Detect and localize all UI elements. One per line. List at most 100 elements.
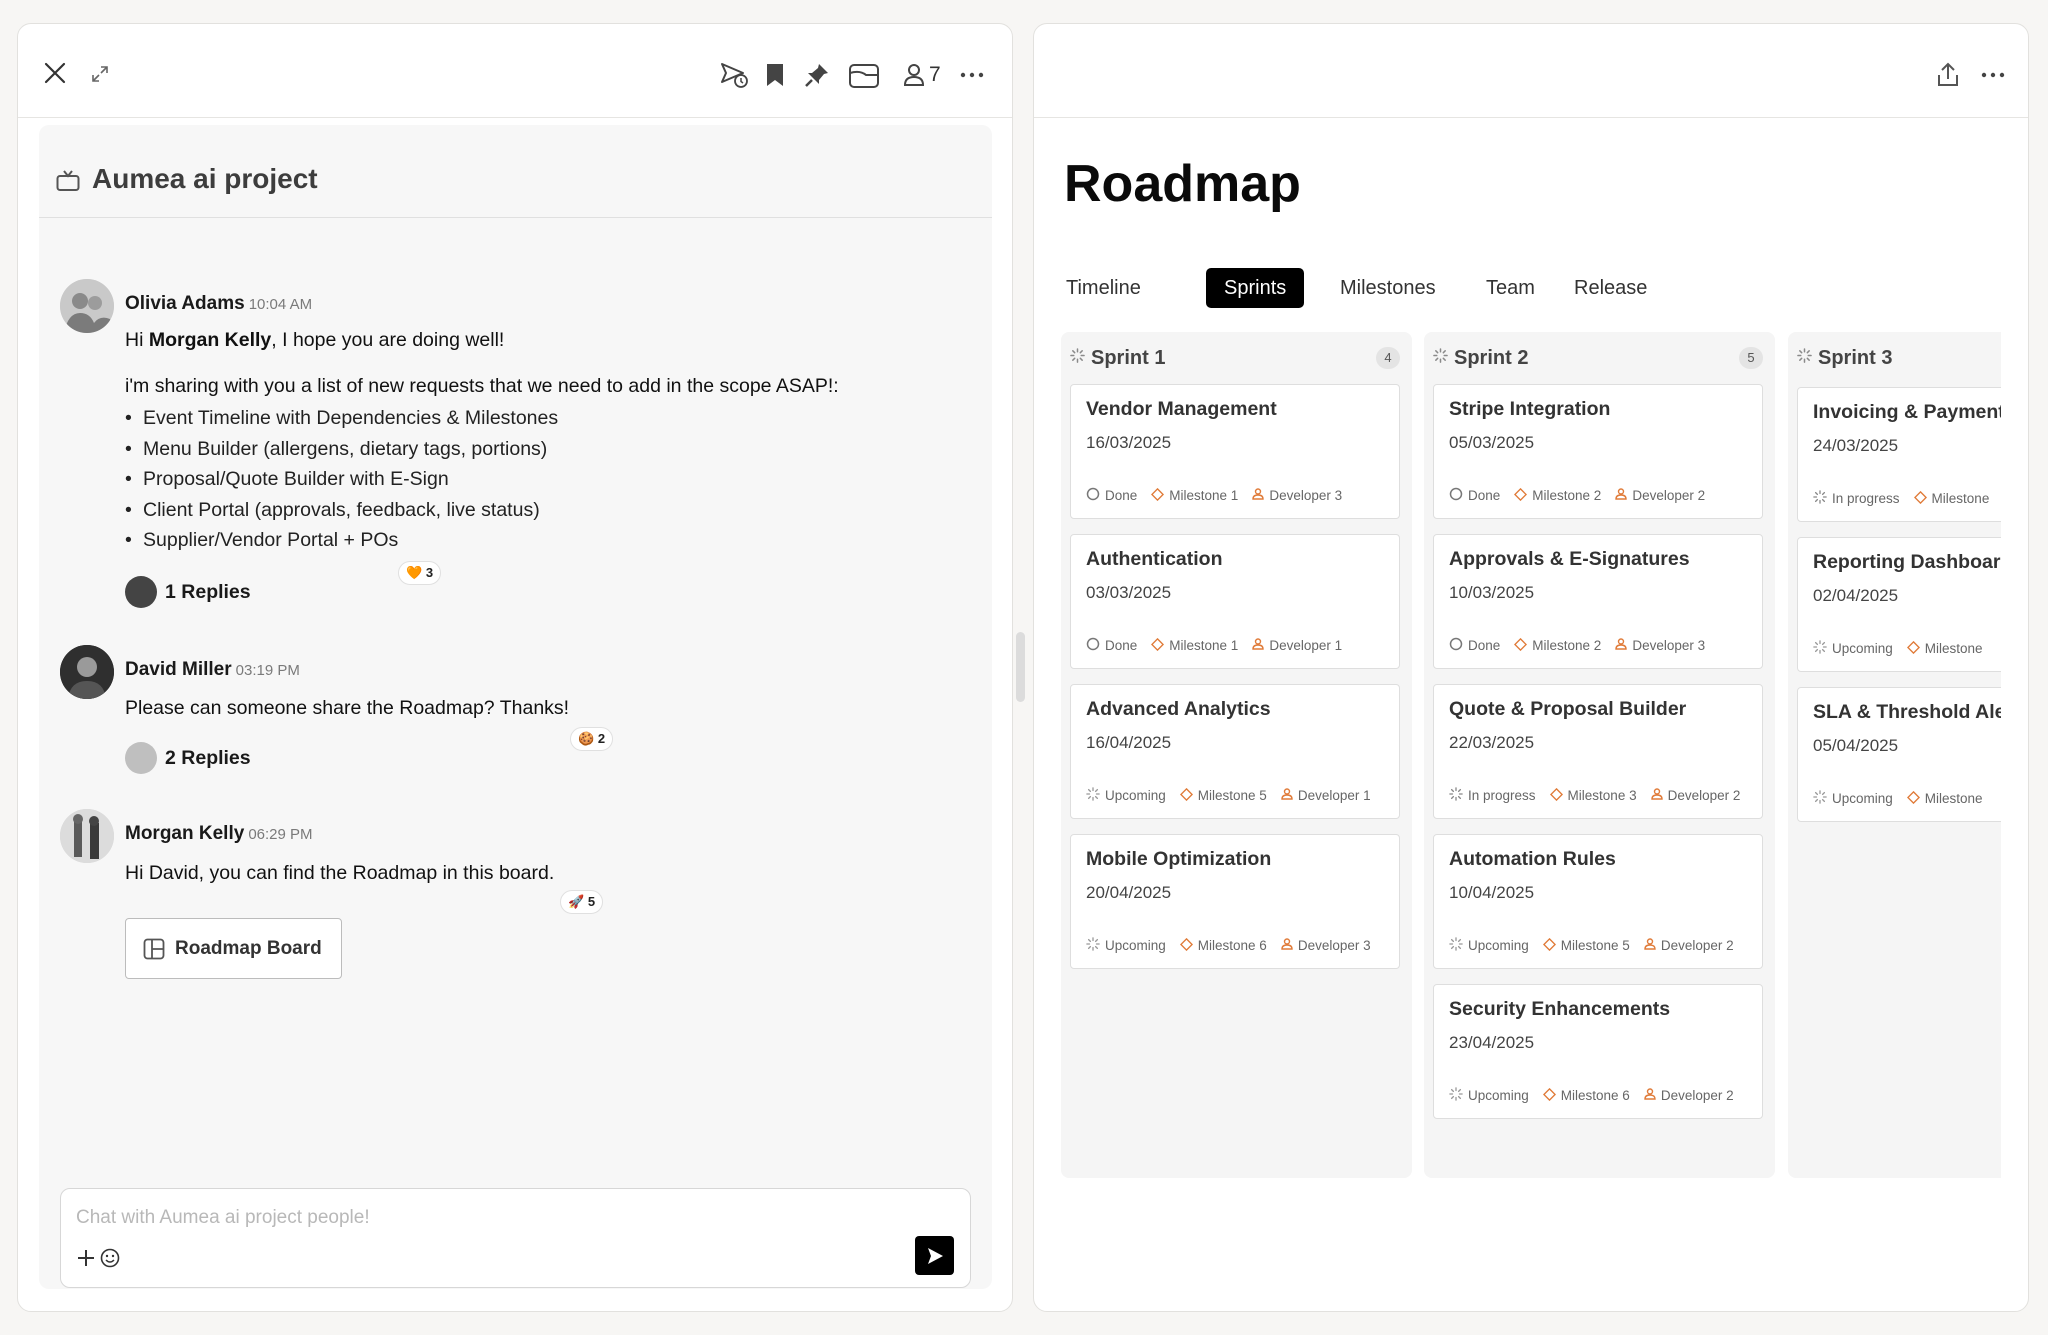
send-button[interactable] <box>915 1236 954 1275</box>
task-developer: Developer 1 <box>1252 638 1342 653</box>
list-item: Client Portal (approvals, feedback, live… <box>125 495 558 526</box>
message-composer[interactable]: Chat with Aumea ai project people! <box>60 1188 971 1288</box>
pin-icon[interactable] <box>802 60 832 90</box>
status-icon <box>1449 937 1468 954</box>
task-card[interactable]: Automation Rules 10/04/2025 Upcoming Milest… <box>1433 834 1763 969</box>
chat-header: Aumea ai project <box>39 125 992 218</box>
members-icon[interactable] <box>902 60 926 90</box>
author-name[interactable]: Olivia Adams <box>125 293 245 314</box>
sprint-header[interactable]: Sprint 2 <box>1433 346 1528 370</box>
task-card[interactable]: Reporting Dashboard 02/04/2025 Upcoming Mil… <box>1797 537 2001 672</box>
avatar[interactable] <box>60 809 114 863</box>
bookmark-icon[interactable] <box>763 60 787 90</box>
message-meta: David Miller 03:19 PM <box>125 659 300 681</box>
milestone-icon <box>1514 637 1532 654</box>
reaction-badge[interactable]: 🍪 2 <box>570 727 614 751</box>
avatar[interactable] <box>60 645 114 699</box>
developer-icon <box>1281 788 1298 803</box>
task-milestone: Milestone <box>1913 490 1989 507</box>
status-icon <box>1449 787 1468 804</box>
share-icon[interactable] <box>1934 60 1962 90</box>
task-card[interactable]: Advanced Analytics 16/04/2025 Upcoming Mile… <box>1070 684 1400 819</box>
sprint-title: Sprint 3 <box>1818 346 1893 369</box>
task-status: Done <box>1449 637 1500 654</box>
task-status: Upcoming <box>1449 1087 1529 1104</box>
task-milestone: Milestone 1 <box>1151 487 1239 504</box>
milestone-label: Milestone 2 <box>1532 488 1602 503</box>
developer-icon <box>1644 938 1661 953</box>
status-label: Upcoming <box>1832 791 1893 806</box>
tab-team[interactable]: Team <box>1484 268 1537 308</box>
more-options-icon[interactable] <box>957 60 987 90</box>
message-intro: i'm sharing with you a list of new reque… <box>125 375 839 397</box>
expand-icon[interactable] <box>88 62 112 86</box>
tab-milestones[interactable]: Milestones <box>1338 268 1438 308</box>
task-milestone: Milestone 6 <box>1542 1087 1630 1104</box>
sprint-column: Sprint 3 Invoicing & Payment 24/03/2025 In … <box>1788 332 2001 1178</box>
task-card[interactable]: Mobile Optimization 20/04/2025 Upcoming Mil… <box>1070 834 1400 969</box>
scheduled-send-icon[interactable] <box>718 60 750 90</box>
task-meta: Upcoming Milestone 6 Developer 2 <box>1449 1087 1748 1104</box>
task-status: In progress <box>1449 787 1536 804</box>
author-name[interactable]: David Miller <box>125 659 232 680</box>
member-count[interactable]: 7 <box>929 60 941 90</box>
reply-avatar <box>125 576 157 608</box>
task-milestone: Milestone 5 <box>1179 787 1267 804</box>
task-card[interactable]: Invoicing & Payment 24/03/2025 In progress… <box>1797 387 2001 522</box>
task-card[interactable]: Stripe Integration 05/03/2025 Done Mileston… <box>1433 384 1763 519</box>
timestamp: 06:29 PM <box>248 826 313 843</box>
task-status: Done <box>1449 487 1500 504</box>
task-card[interactable]: Authentication 03/03/2025 Done Milestone 1D… <box>1070 534 1400 669</box>
request-list: Event Timeline with Dependencies & Miles… <box>125 403 558 556</box>
reaction-count: 5 <box>587 894 596 909</box>
avatar[interactable] <box>60 279 114 333</box>
emoji-icon[interactable] <box>99 1247 121 1269</box>
add-icon[interactable] <box>75 1247 97 1269</box>
sprint-status-icon <box>1797 348 1812 368</box>
status-icon <box>1449 1087 1468 1104</box>
chat-title: Aumea ai project <box>92 163 318 194</box>
replies-link[interactable]: 2 Replies <box>125 741 251 775</box>
status-label: Upcoming <box>1468 1088 1529 1103</box>
message-text: Hi David, you can find the Roadmap in th… <box>125 862 555 884</box>
task-title: Stripe Integration <box>1449 398 1611 420</box>
task-card[interactable]: Security Enhancements 23/04/2025 Upcoming M… <box>1433 984 1763 1119</box>
developer-label: Developer 3 <box>1297 938 1371 953</box>
more-options-icon[interactable] <box>1978 60 2008 90</box>
tab-timeline[interactable]: Timeline <box>1064 268 1143 308</box>
task-card[interactable]: Approvals & E-Signatures 10/03/2025 Done Mi… <box>1433 534 1763 669</box>
sprint-header[interactable]: Sprint 1 <box>1070 346 1165 370</box>
message-meta: Morgan Kelly 06:29 PM <box>125 823 313 845</box>
author-name[interactable]: Morgan Kelly <box>125 823 244 844</box>
milestone-label: Milestone 5 <box>1197 788 1267 803</box>
message-input[interactable]: Chat with Aumea ai project people! <box>76 1207 370 1229</box>
reaction-badge[interactable]: 🚀 5 <box>560 890 604 914</box>
replies-link[interactable]: 1 Replies <box>125 575 251 609</box>
reaction-badge[interactable]: 🧡 3 <box>398 561 442 585</box>
milestone-label: Milestone 2 <box>1532 638 1602 653</box>
task-card[interactable]: Vendor Management 16/03/2025 Done Milestone… <box>1070 384 1400 519</box>
close-icon[interactable] <box>40 58 70 88</box>
task-date: 23/04/2025 <box>1449 1033 1535 1052</box>
task-title: Mobile Optimization <box>1086 848 1272 870</box>
milestone-icon <box>1514 487 1532 504</box>
roadmap-board-button[interactable]: Roadmap Board <box>125 918 342 979</box>
milestone-label: Milestone 1 <box>1169 488 1239 503</box>
mention[interactable]: Morgan Kelly <box>149 329 271 351</box>
task-card[interactable]: Quote & Proposal Builder 22/03/2025 In pro… <box>1433 684 1763 819</box>
developer-label: Developer 2 <box>1667 788 1741 803</box>
sprint-board: Sprint 1 4 Vendor Management 16/03/2025 Done… <box>1061 332 2001 1178</box>
task-milestone: Milestone 5 <box>1542 937 1630 954</box>
panel-resize-handle[interactable] <box>1016 632 1025 702</box>
task-card[interactable]: SLA & Threshold Alerts 05/04/2025 Upcoming… <box>1797 687 2001 822</box>
milestone-icon <box>1549 787 1568 804</box>
tab-release[interactable]: Release <box>1572 268 1649 308</box>
task-date: 03/03/2025 <box>1086 583 1172 602</box>
milestone-label: Milestone 1 <box>1169 638 1239 653</box>
greeting-text: Hi <box>125 329 149 351</box>
tab-sprints[interactable]: Sprints <box>1206 268 1305 308</box>
folder-icon[interactable] <box>847 60 881 90</box>
task-developer: Developer 3 <box>1615 638 1705 653</box>
sprint-header[interactable]: Sprint 3 <box>1797 346 1892 370</box>
developer-label: Developer 2 <box>1632 488 1706 503</box>
